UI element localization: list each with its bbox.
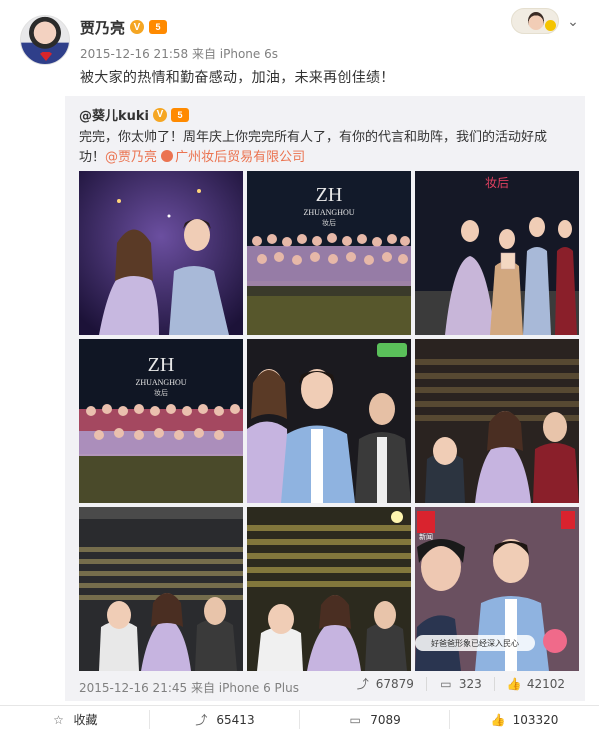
- card-decoration[interactable]: [511, 8, 559, 34]
- tv-news-tag: 新闻: [419, 532, 433, 541]
- comment-icon: ▭: [349, 712, 361, 727]
- like-count: 103320: [512, 712, 559, 727]
- photo-3[interactable]: 妆后: [415, 171, 579, 335]
- repost-author-row: @葵儿kuki V 5: [79, 105, 190, 124]
- brand-text: 妆后: [485, 176, 509, 190]
- photo-4[interactable]: ZH ZHUANGHOU 妆后: [79, 339, 243, 503]
- repost-button[interactable]: ⤴ 65413: [149, 710, 299, 729]
- vip-level-icon: 5: [171, 107, 190, 122]
- zh-logo: ZH: [316, 184, 343, 206]
- photo-grid: ZH ZHUANGHOU 妆后 妆后 ZH ZHUANGHOU 妆后 新闻 好爸…: [79, 171, 579, 671]
- repost-repost-button[interactable]: ⤴ 67879: [344, 677, 426, 691]
- author-avatar[interactable]: [20, 15, 70, 65]
- photo-2[interactable]: ZH ZHUANGHOU 妆后: [247, 171, 411, 335]
- repost-box: @葵儿kuki V 5 完完，你太帅了！周年庆上你完完所有人了，有你的代言和助阵…: [65, 96, 585, 701]
- post-text: 被大家的热情和勤奋感动，加油，未来再创佳绩！: [80, 70, 395, 86]
- favorite-label: 收藏: [73, 713, 98, 727]
- repost-comment-button[interactable]: ▭ 323: [425, 677, 494, 691]
- vip-level-icon: 5: [149, 20, 168, 34]
- repost-icon: ⤴: [356, 677, 369, 691]
- verified-icon: V: [153, 107, 168, 122]
- cartoon-face-icon: [528, 12, 544, 30]
- sticker-icon: [545, 20, 556, 31]
- star-icon: ☆: [53, 712, 64, 727]
- repost-timestamp[interactable]: 2015-12-16 21:45: [79, 681, 187, 695]
- comment-button[interactable]: ▭ 7089: [299, 710, 449, 729]
- action-bar: ☆ 收藏 ⤴ 65413 ▭ 7089 👍 103320: [0, 705, 599, 733]
- repost-source: 来自 iPhone 6 Plus: [190, 681, 299, 695]
- thumbs-up-icon: 👍: [490, 712, 506, 727]
- repost-like-count: 42102: [526, 677, 565, 691]
- repost-author[interactable]: @葵儿kuki: [79, 105, 149, 124]
- weibo-post: 贾乃亮 V 5 2015-12-16 21:58 来自 iPhone 6s 被大…: [0, 0, 599, 733]
- tv-caption: 好爸爸形象已经深入民心: [431, 638, 519, 648]
- comment-icon: ▭: [440, 677, 452, 691]
- photo-5[interactable]: [247, 339, 411, 503]
- like-button[interactable]: 👍 103320: [449, 710, 599, 729]
- photo-9[interactable]: 新闻 好爸爸形象已经深入民心: [415, 507, 579, 671]
- mention-link[interactable]: @贾乃亮: [105, 150, 157, 165]
- photo-1[interactable]: [79, 171, 243, 335]
- repost-icon: ⤴: [195, 712, 208, 727]
- repost-meta: 2015-12-16 21:45 来自 iPhone 6 Plus: [79, 679, 299, 696]
- verified-icon: V: [130, 20, 145, 34]
- favorite-button[interactable]: ☆ 收藏: [0, 710, 149, 729]
- author-name-row: 贾乃亮 V 5: [80, 17, 168, 38]
- zh-logo-cn: 妆后: [322, 218, 336, 227]
- chevron-down-icon[interactable]: ⌄: [565, 14, 581, 30]
- repost-text: 完完，你太帅了！周年庆上你完完所有人了，有你的代言和助阵，我们的活动好成功！@贾…: [79, 128, 571, 168]
- author-name[interactable]: 贾乃亮: [80, 17, 125, 38]
- post-meta: 2015-12-16 21:58 来自 iPhone 6s: [80, 45, 278, 62]
- repost-repost-count: 67879: [375, 677, 414, 691]
- thumbs-up-icon: 👍: [506, 677, 522, 691]
- zh-logo-sub: ZHUANGHOU: [135, 378, 186, 387]
- post-timestamp[interactable]: 2015-12-16 21:58: [80, 47, 188, 61]
- company-link-label: 广州妆后贸易有限公司: [175, 150, 306, 165]
- repost-count: 65413: [216, 712, 255, 727]
- photo-8[interactable]: [247, 507, 411, 671]
- post-source: 来自 iPhone 6s: [191, 47, 278, 61]
- comment-count: 7089: [370, 712, 401, 727]
- company-link[interactable]: 广州妆后贸易有限公司: [161, 150, 305, 165]
- repost-comment-count: 323: [458, 677, 482, 691]
- zh-logo-cn: 妆后: [154, 388, 168, 397]
- photo-6[interactable]: [415, 339, 579, 503]
- repost-actions: ⤴ 67879 ▭ 323 👍 42102: [344, 677, 577, 691]
- link-icon: [161, 150, 174, 162]
- repost-like-button[interactable]: 👍 42102: [493, 677, 577, 691]
- zh-logo-sub: ZHUANGHOU: [303, 208, 354, 217]
- photo-7[interactable]: [79, 507, 243, 671]
- zh-logo: ZH: [148, 354, 175, 376]
- superman-emblem-icon: [40, 52, 52, 61]
